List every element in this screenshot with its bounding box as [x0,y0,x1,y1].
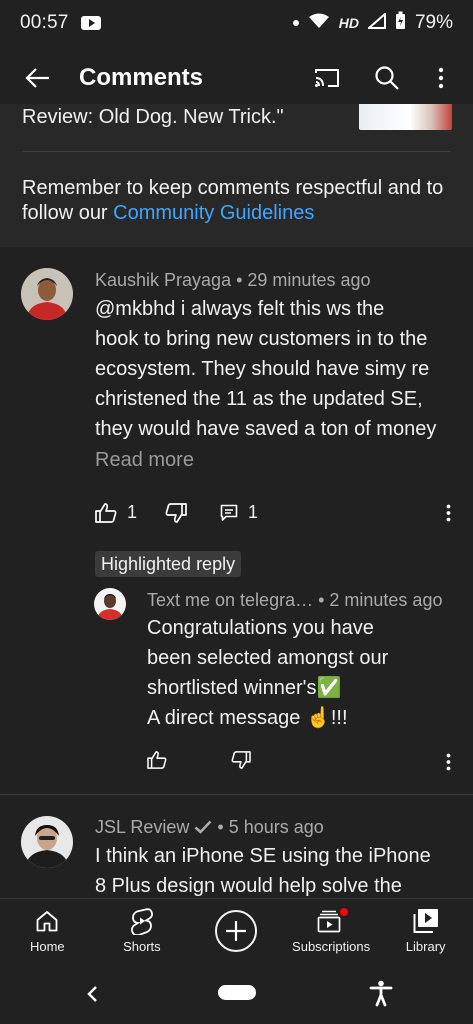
nav-label: Subscriptions [292,939,371,954]
avatar[interactable] [94,588,126,620]
comment-line: Congratulations you have [147,617,374,639]
comment-line: they would have saved a ton of money [95,418,437,440]
system-back-icon[interactable] [80,980,104,1008]
battery-icon [395,11,406,35]
reply-actions [147,751,251,769]
status-bar: 00:57 HD 79% [0,0,473,46]
more-vert-icon[interactable] [417,54,465,102]
comment-line: 8 Plus design would help solve the [95,875,402,897]
reply-count: 1 [248,502,259,522]
comment-meta: JSL Review • 5 hours ago [95,817,324,837]
nav-label: Home [29,939,65,954]
divider [22,151,451,152]
comment-more-icon[interactable] [436,501,460,525]
notification-badge [339,907,350,917]
community-guidelines-link[interactable]: Community Guidelines [113,202,314,224]
comment-text: I think an iPhone SE using the iPhone 8 … [95,841,465,898]
notification-dot-icon [292,20,299,26]
comment-line: christened the 11 as the updated SE, [95,388,423,410]
read-more-link[interactable]: Read more [95,449,194,472]
comment-time: 29 minutes ago [247,270,371,290]
network-type: HD [338,15,359,31]
app-bar-actions [303,54,465,102]
bottom-navigation: Home Shorts Subscriptions Library [0,898,473,966]
page-title: Comments [79,64,204,91]
battery-percent: 79% [414,12,453,33]
library-icon [413,907,439,935]
comment-author[interactable]: JSL Review [95,817,189,837]
avatar[interactable] [21,816,73,868]
thumbs-down-icon [231,751,251,769]
back-arrow-icon[interactable] [13,54,61,102]
nav-label: Library [405,939,446,954]
wifi-icon [308,13,330,34]
comment-line: hook to bring new customers in to the [95,328,428,350]
system-home-pill[interactable] [218,985,256,1000]
comment-meta: Text me on telegra… • 2 minutes ago [147,590,443,610]
thumbs-up-icon [147,751,167,769]
comment-line: ecosystem. They should have simy re [95,358,430,380]
thumbs-up-icon [95,502,117,523]
comment-line: I think an iPhone SE using the iPhone [95,845,431,867]
nav-create[interactable] [189,899,284,966]
divider [0,794,473,795]
dislike-button[interactable] [231,751,251,769]
comment-time: 5 hours ago [228,817,324,837]
comment-line: A direct message ☝️!!! [147,707,348,729]
reply-button[interactable]: 1 [220,502,258,523]
system-navigation [0,966,473,1024]
dislike-button[interactable] [165,502,187,523]
comment-line: shortlisted winner's✅ [147,677,342,699]
create-icon [215,910,258,952]
reply-icon [220,504,238,521]
comment-author[interactable]: Text me on telegra… [147,590,313,610]
nav-shorts[interactable]: Shorts [95,899,190,966]
comment-actions: 1 1 [95,502,258,523]
cast-icon[interactable] [303,54,351,102]
comment-time: 2 minutes ago [329,590,443,610]
app-bar: Comments [0,46,473,110]
nav-library[interactable]: Library [378,899,473,966]
nav-home[interactable]: Home [0,899,95,966]
nav-label: Shorts [123,939,161,954]
video-header: Review: Old Dog. New Trick." Remember to… [0,104,473,247]
status-indicators: HD 79% [292,11,453,35]
video-title[interactable]: Review: Old Dog. New Trick." [22,106,284,129]
thumbs-down-icon [165,502,187,523]
community-guidelines-notice: Remember to keep comments respectful and… [22,176,462,226]
avatar[interactable] [21,268,73,320]
status-time: 00:57 [20,12,69,33]
signal-icon [366,11,386,34]
shorts-icon [130,907,154,935]
comment-text: Congratulations you have been selected a… [147,613,447,733]
comment-author[interactable]: Kaushik Prayaga [95,270,231,290]
comment-text: @mkbhd i always felt this ws the hook to… [95,294,465,444]
accessibility-icon[interactable] [368,979,394,1007]
highlighted-reply-badge: Highlighted reply [95,551,242,577]
like-button[interactable]: 1 [95,502,137,523]
like-count: 1 [127,502,138,522]
comment-line: @mkbhd i always felt this ws the [95,298,385,320]
home-icon [35,907,59,935]
comment-line: been selected amongst our [147,647,389,669]
comment-meta: Kaushik Prayaga • 29 minutes ago [95,270,371,290]
like-button[interactable] [147,751,167,769]
search-icon[interactable] [363,54,411,102]
reply-more-icon[interactable] [436,750,460,774]
youtube-notification-icon [80,16,101,30]
nav-subscriptions[interactable]: Subscriptions [284,899,379,966]
video-thumbnail[interactable] [359,104,452,130]
verified-check-icon [195,820,212,834]
subscriptions-icon [317,907,350,935]
